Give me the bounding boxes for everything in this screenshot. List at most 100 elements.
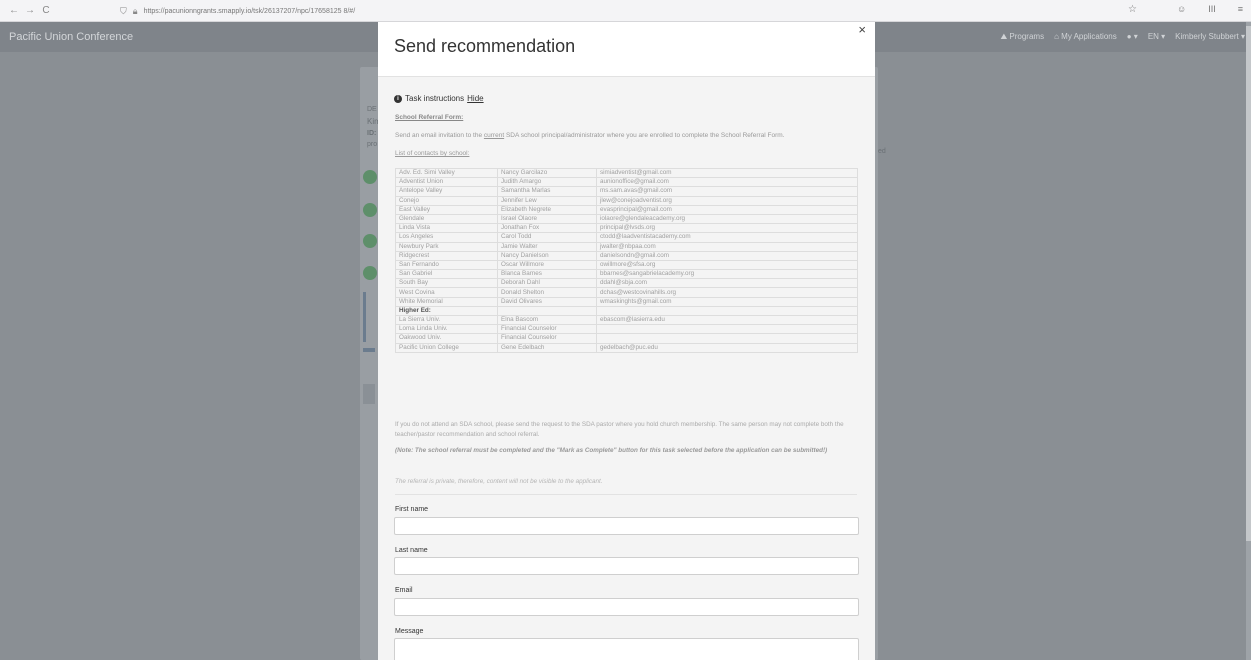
contact-name: Nancy Garcilazo [497, 167, 597, 179]
contact-name: Samantha Marlas [497, 186, 597, 197]
contact-row: Higher Ed: [395, 305, 858, 317]
contact-school: Antelope Valley [395, 186, 498, 197]
browser-toolbar: ← → C ⛉ 🔒︎ https://pacunionngrants.smapp… [0, 0, 1251, 22]
contact-email: jwalter@nbpaa.com [596, 241, 858, 252]
form-heading: School Referral Form: [395, 114, 464, 121]
contact-name: Financial Counselor [497, 324, 597, 335]
background-text: pro [367, 141, 378, 148]
contact-row: Adv. Ed. Simi Valley Nancy Garcilazo simia… [395, 167, 858, 179]
modal-header: Send recommendation × [378, 22, 875, 77]
contact-row: Pacific Union College Gene Edelbach gedelb… [395, 342, 858, 353]
background-accent [363, 384, 375, 404]
check-icon [363, 203, 377, 217]
nav-programs[interactable]: ⛰ Programs [1000, 32, 1044, 42]
first-name-field[interactable] [394, 517, 859, 535]
browser-actions: ☺ III ≡ [1177, 4, 1243, 14]
contact-row: Conejo Jennifer Lew jlew@conejoadventist.o… [395, 195, 858, 206]
contact-name: Israel Olaore [497, 213, 597, 225]
url-text: https://pacunionngrants.smapply.io/tsk/2… [143, 7, 356, 15]
contact-email: gedelbach@puc.edu [596, 342, 858, 353]
contact-row: Loma Linda Univ. Financial Counselor [395, 324, 858, 335]
background-accent [363, 348, 375, 352]
contact-school: La Sierra Univ. [395, 314, 498, 326]
contact-email: iolaore@glendaleacademy.org [596, 213, 858, 225]
contact-name: Blanca Barnes [497, 269, 597, 280]
contact-row: South Bay Deborah Dahl ddahl@sbja.com [395, 278, 858, 289]
contact-name: Donald Shelton [497, 287, 597, 298]
contact-email: ddahl@sbja.com [596, 278, 858, 289]
back-icon[interactable]: ← [6, 5, 22, 16]
completion-note: (Note: The school referral must be compl… [395, 447, 828, 454]
contact-school: Los Angeles [395, 232, 498, 243]
contacts-heading: List of contacts by school: [395, 150, 470, 157]
contact-row: Antelope Valley Samantha Marlas ms.sam.ava… [395, 186, 858, 197]
background-text: DE [367, 106, 377, 113]
contact-name: Jamie Walter [497, 241, 597, 252]
app-nav: ⛰ Programs ⌂ My Applications ● ▾ EN ▾ Ki… [1000, 32, 1245, 42]
address-bar[interactable]: ⛉ 🔒︎ https://pacunionngrants.smapply.io/… [120, 4, 1205, 18]
forward-icon[interactable]: → [22, 5, 38, 16]
contact-email: ebascom@lasierra.edu [596, 314, 858, 326]
contact-row: Linda Vista Jonathan Fox principal@lvsds.o… [395, 223, 858, 234]
contact-email: wmaskinghts@gmail.com [596, 296, 858, 307]
nav-help[interactable]: ● ▾ [1127, 32, 1138, 42]
reload-icon[interactable]: C [38, 5, 54, 16]
contact-name: Financial Counselor [497, 333, 597, 344]
contact-email [596, 305, 858, 317]
check-icon [363, 266, 377, 280]
shield-icon: ⛉ [120, 5, 127, 16]
contact-school: Adv. Ed. Simi Valley [395, 167, 498, 179]
contact-email: principal@lvsds.org [596, 223, 858, 234]
close-icon[interactable]: × [858, 22, 866, 37]
email-field[interactable] [394, 598, 859, 616]
library-icon[interactable]: III [1208, 4, 1216, 14]
contact-email: danielsondn@gmail.com [596, 250, 858, 261]
message-field[interactable] [394, 638, 859, 660]
contact-school: Oakwood Univ. [395, 333, 498, 344]
app-title[interactable]: Pacific Union Conference [9, 31, 133, 43]
nav-user-menu[interactable]: Kimberly Stubbert ▾ [1175, 32, 1245, 42]
contact-name: Judith Amargo [497, 177, 597, 188]
contact-row: Glendale Israel Olaore iolaore@glendaleaca… [395, 213, 858, 225]
contact-name: Deborah Dahl [497, 278, 597, 289]
email-label: Email [395, 587, 413, 594]
contact-school: Conejo [395, 195, 498, 206]
contacts-table: Adv. Ed. Simi Valley Nancy Garcilazo simia… [395, 167, 858, 353]
contact-email: ctodd@laadventistacademy.com [596, 232, 858, 243]
contact-row: East Valley Elizabeth Negrete evasprincipa… [395, 204, 858, 215]
contact-school: East Valley [395, 204, 498, 215]
bookmark-star-icon[interactable]: ☆ [1128, 4, 1137, 15]
privacy-note: The referral is private, therefore, cont… [395, 478, 603, 485]
contact-email: simiadventist@gmail.com [596, 167, 858, 179]
page-scrollbar-thumb[interactable] [1246, 26, 1251, 541]
info-icon: i [394, 94, 402, 103]
contact-email: aunionoffice@gmail.com [596, 177, 858, 188]
contact-name: Oscar Willmore [497, 259, 597, 271]
pastor-instructions: If you do not attend an SDA school, plea… [395, 421, 844, 438]
contact-school: South Bay [395, 278, 498, 289]
menu-icon[interactable]: ≡ [1238, 4, 1243, 14]
background-accent [363, 292, 366, 342]
contact-school: Pacific Union College [395, 342, 498, 353]
task-instructions-label: Task instructions [405, 94, 465, 103]
account-icon[interactable]: ☺ [1177, 4, 1186, 14]
contact-name: David Olivares [497, 296, 597, 307]
nav-my-applications[interactable]: ⌂ My Applications [1054, 32, 1117, 42]
contact-row: San Gabriel Blanca Barnes bbarnes@sangabri… [395, 269, 858, 280]
hide-instructions-link[interactable]: Hide [467, 94, 483, 103]
contact-email: jlew@conejoadventist.org [596, 195, 858, 206]
contact-email [596, 333, 858, 344]
background-text: ID: [367, 130, 377, 137]
contact-row: Los Angeles Carol Todd ctodd@laadventistac… [395, 232, 858, 243]
contact-email: evasprincipal@gmail.com [596, 204, 858, 215]
nav-language[interactable]: EN ▾ [1148, 32, 1165, 42]
check-icon [363, 234, 377, 248]
contact-name: Carol Todd [497, 232, 597, 243]
contact-row: Ridgecrest Nancy Danielson danielsondn@gma… [395, 250, 858, 261]
last-name-field[interactable] [394, 557, 859, 575]
contact-email: bbarnes@sangabrielacademy.org [596, 269, 858, 280]
contact-row: Adventist Union Judith Amargo aunionoffice… [395, 177, 858, 188]
contact-email: dchas@westcovinahills.org [596, 287, 858, 298]
contact-row: San Fernando Oscar Willmore owillmore@sfsa… [395, 259, 858, 271]
contact-row: West Covina Donald Shelton dchas@westcovin… [395, 287, 858, 298]
